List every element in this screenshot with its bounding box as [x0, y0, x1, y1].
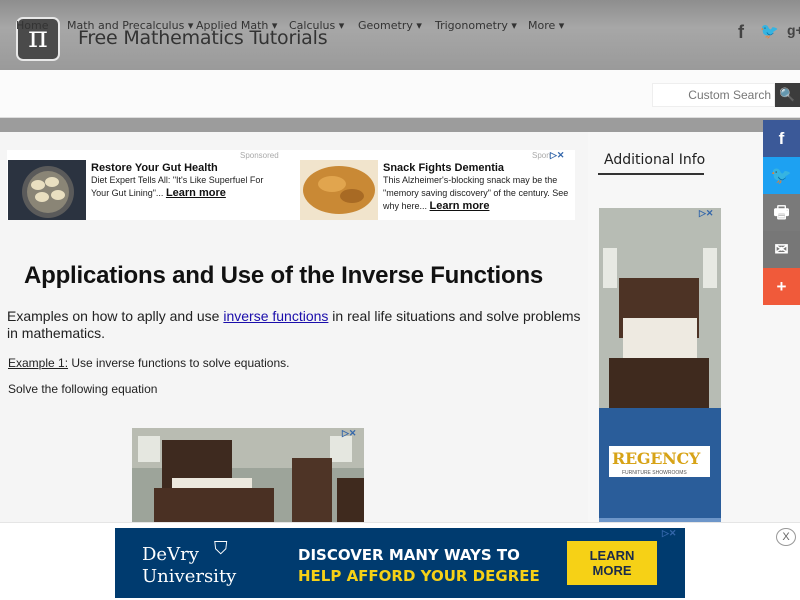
search-icon[interactable]: 🔍: [775, 83, 800, 107]
ad-image-snack[interactable]: [300, 160, 378, 220]
regency-subtitle: FURNITURE SHOWROOMS: [622, 470, 687, 476]
inverse-functions-link[interactable]: inverse functions: [223, 308, 328, 324]
example-heading: Example 1: Use inverse functions to solv…: [8, 356, 290, 370]
nav-applied-math[interactable]: Applied Math ▾: [196, 19, 277, 32]
furniture-ad-image[interactable]: [132, 428, 364, 528]
facebook-icon[interactable]: f: [738, 22, 744, 43]
nav-more[interactable]: More ▾: [528, 19, 564, 32]
ad-headline[interactable]: Snack Fights Dementia: [383, 162, 504, 174]
sponsored-label: Sponsored: [240, 151, 279, 160]
regency-logo: REGENCY: [612, 449, 701, 468]
nav-shadow-strip: [0, 118, 800, 132]
solve-instruction: Solve the following equation: [8, 382, 158, 396]
adchoices-icon[interactable]: ▷✕: [550, 150, 564, 161]
page-title: Applications and Use of the Inverse Func…: [24, 262, 544, 289]
sponsored-label: Spon: [532, 151, 551, 160]
twitter-icon[interactable]: 🐦: [760, 22, 779, 40]
share-facebook-icon[interactable]: f: [763, 120, 800, 157]
share-print-icon[interactable]: 🖶: [763, 194, 800, 231]
nav-trigonometry[interactable]: Trigonometry ▾: [435, 19, 517, 32]
nav-home[interactable]: Home: [16, 19, 48, 32]
ad-learn-more-link[interactable]: Learn more: [430, 200, 490, 212]
ad-image-dumplings[interactable]: [8, 160, 86, 220]
share-twitter-icon[interactable]: 🐦: [763, 157, 800, 194]
adchoices-icon[interactable]: ▷✕: [662, 528, 676, 539]
ad-learn-more-link[interactable]: Learn more: [166, 187, 226, 199]
nav-math-precalculus[interactable]: Math and Precalculus ▾: [67, 19, 193, 32]
close-ad-button[interactable]: X: [776, 528, 796, 546]
devry-shield-icon: ⛉: [214, 538, 228, 558]
nav-geometry[interactable]: Geometry ▾: [358, 19, 422, 32]
share-email-icon[interactable]: ✉: [763, 231, 800, 268]
adchoices-icon[interactable]: ▷✕: [342, 428, 356, 439]
intro-paragraph: Examples on how to aplly and use inverse…: [7, 308, 581, 341]
sidebar-heading: Additional Info: [604, 152, 706, 168]
share-more-icon[interactable]: +: [763, 268, 800, 305]
ad-headline[interactable]: Restore Your Gut Health: [91, 162, 218, 174]
ad-body: Diet Expert Tells All: "It's Like Superf…: [91, 175, 264, 199]
sidebar-heading-underline: [598, 173, 704, 175]
devry-headline: DISCOVER MANY WAYS TO HELP AFFORD YOUR DE…: [298, 546, 540, 585]
learn-more-button[interactable]: LEARN MORE: [567, 541, 657, 585]
search-input[interactable]: Custom Search: [652, 83, 775, 107]
adchoices-icon[interactable]: ▷✕: [699, 208, 713, 219]
google-plus-icon[interactable]: g+: [787, 22, 800, 38]
ad-body: This Alzheimer's-blocking snack may be t…: [383, 175, 569, 212]
nav-calculus[interactable]: Calculus ▾: [289, 19, 344, 32]
